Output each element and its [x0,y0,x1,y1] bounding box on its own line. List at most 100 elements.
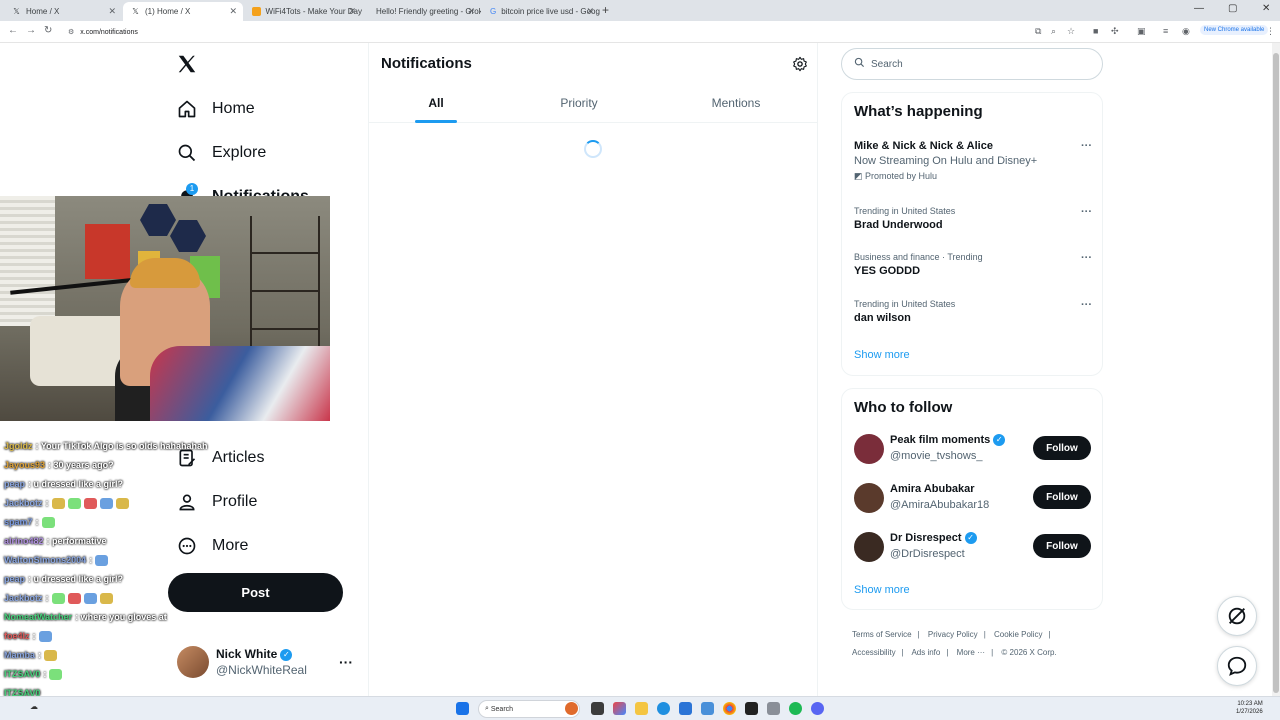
maximize-icon[interactable]: ▢ [1228,3,1237,14]
footer-link[interactable]: More ··· [957,648,985,657]
browser-tab-grok[interactable]: Hello! Friendly greeting - Grok ✕ [363,2,481,21]
sidebar-item-home[interactable]: Home [176,94,255,124]
zoom-icon[interactable]: ⌕ [1051,26,1056,37]
follow-suggestion[interactable]: Amira Abubakar @AmiraAbubakar18 Follow [854,483,1092,517]
home-icon [176,98,198,120]
chat-username: Jackbotz [4,593,43,603]
close-icon[interactable]: ✕ [467,6,475,17]
app-icon[interactable] [565,702,578,715]
file-explorer-icon[interactable] [635,702,648,715]
gear-icon[interactable] [792,56,808,72]
who-to-follow-panel: Who to follow Peak film moments ✓ @movie_… [841,388,1103,610]
copilot-icon[interactable] [613,702,626,715]
trend-item[interactable]: Trending in United States dan wilson ··· [854,299,1092,324]
footer-link[interactable]: Privacy Policy [928,630,978,639]
follow-button[interactable]: Follow [1033,436,1091,460]
tab-all[interactable]: All [415,87,457,123]
obs-icon[interactable] [745,702,758,715]
profile-icon[interactable]: ◉ [1182,26,1190,37]
scrollbar[interactable] [1272,43,1280,696]
clock[interactable]: 10:23 AM 1/27/2026 [1236,700,1263,716]
chat-text: : [45,498,49,508]
chat-message: ITZSAV0: [0,665,300,684]
media-icon[interactable]: ≡ [1163,26,1168,36]
browser-tab-home[interactable]: 𝕏 Home / X ✕ [4,2,122,21]
search-input[interactable]: Search [841,48,1103,80]
footer-link[interactable]: Terms of Service [852,630,912,639]
chat-username: NomeatWatcher [4,612,73,622]
chat-message: peap: u dressed like a girl? [0,475,300,494]
site-info-icon[interactable]: ⚙ [68,28,74,36]
chat-emote-icon [83,498,97,509]
start-icon[interactable] [456,702,469,715]
messages-button[interactable] [1217,646,1257,686]
poster [85,224,130,279]
store-icon[interactable] [679,702,692,715]
chrome-icon[interactable] [723,702,736,715]
back-icon[interactable]: ← [8,25,18,36]
chrome-update-chip[interactable]: New Chrome available [1200,25,1269,35]
edge-icon[interactable] [657,702,670,715]
chat-username: spam7 [4,517,33,527]
extensions-puzzle-icon[interactable]: ✣ [1111,26,1119,37]
trend-item[interactable]: Business and finance · Trending YES GODD… [854,252,1092,277]
more-dots-icon[interactable]: ··· [339,654,353,670]
close-icon[interactable]: ✕ [108,6,116,17]
chat-message: spam7: [0,513,300,532]
active-tab-indicator [415,120,457,123]
split-view-icon[interactable]: ▣ [1137,26,1146,37]
close-icon[interactable]: ✕ [348,6,356,17]
url-field[interactable]: ⚙ x.com/notifications [62,24,1042,40]
extension-icon[interactable]: ■ [1093,26,1098,36]
chat-emote-icon [115,498,129,509]
close-window-icon[interactable]: ✕ [1262,3,1270,14]
chat-bubble-icon [1227,656,1247,676]
chat-emote-icon [99,593,113,604]
follow-button[interactable]: Follow [1033,485,1091,509]
more-dots-icon[interactable]: ··· [1081,206,1092,218]
app-icon[interactable] [767,702,780,715]
mail-icon[interactable] [701,702,714,715]
chat-text: : [45,593,49,603]
forward-icon[interactable]: → [26,25,36,36]
windows-taskbar: ☁ ⌕ Search 10:23 AM 1/27/2026 [0,696,1280,720]
tab-priority[interactable]: Priority [549,87,609,123]
sidebar-item-explore[interactable]: Explore [176,138,266,168]
discord-icon[interactable] [811,702,824,715]
more-dots-icon[interactable]: ··· [1081,252,1092,264]
webcam-overlay [0,196,330,421]
reload-icon[interactable]: ↻ [44,25,52,36]
new-tab-button[interactable]: + [602,3,609,17]
browser-tab-wifi[interactable]: WiFi4Tots - Make Your Day ✕ [244,2,362,21]
chat-username: peap [4,479,26,489]
weather-widget[interactable]: ☁ [30,702,38,711]
follow-button[interactable]: Follow [1033,534,1091,558]
copyright: © 2026 X Corp. [1001,648,1057,657]
task-view-icon[interactable] [591,702,604,715]
browser-tab-notifications[interactable]: 𝕏 (1) Home / X ✕ [123,2,243,21]
more-dots-icon[interactable]: ··· [1081,299,1092,311]
show-more-link[interactable]: Show more [854,349,910,361]
grok-button[interactable] [1217,596,1257,636]
footer-link[interactable]: Ads info [911,648,940,657]
footer-link[interactable]: Cookie Policy [994,630,1042,639]
trend-item[interactable]: Mike & Nick & Nick & Alice Now Streaming… [854,140,1092,182]
follow-suggestion[interactable]: Dr Disrespect ✓ @DrDisrespect Follow [854,532,1092,566]
bookmark-star-icon[interactable]: ☆ [1067,26,1075,37]
x-logo[interactable] [176,53,198,75]
footer-link[interactable]: Accessibility [852,648,896,657]
chat-text: : [43,669,47,679]
show-more-link[interactable]: Show more [854,584,910,596]
trend-item[interactable]: Trending in United States Brad Underwood… [854,206,1092,231]
menu-kebab-icon[interactable]: ⋮ [1266,26,1275,37]
chat-text: : 30 years ago? [48,460,114,470]
tab-mentions[interactable]: Mentions [701,87,771,123]
close-icon[interactable]: ✕ [229,6,237,17]
spotify-icon[interactable] [789,702,802,715]
install-icon[interactable]: ⧉ [1035,26,1041,37]
browser-tab-google[interactable]: Gbitcoin price live usd - Google ✕ [482,2,600,21]
minimize-icon[interactable]: — [1194,3,1204,14]
more-dots-icon[interactable]: ··· [1081,140,1092,152]
close-icon[interactable]: ✕ [586,6,594,17]
follow-suggestion[interactable]: Peak film moments ✓ @movie_tvshows_ Follo… [854,434,1092,468]
